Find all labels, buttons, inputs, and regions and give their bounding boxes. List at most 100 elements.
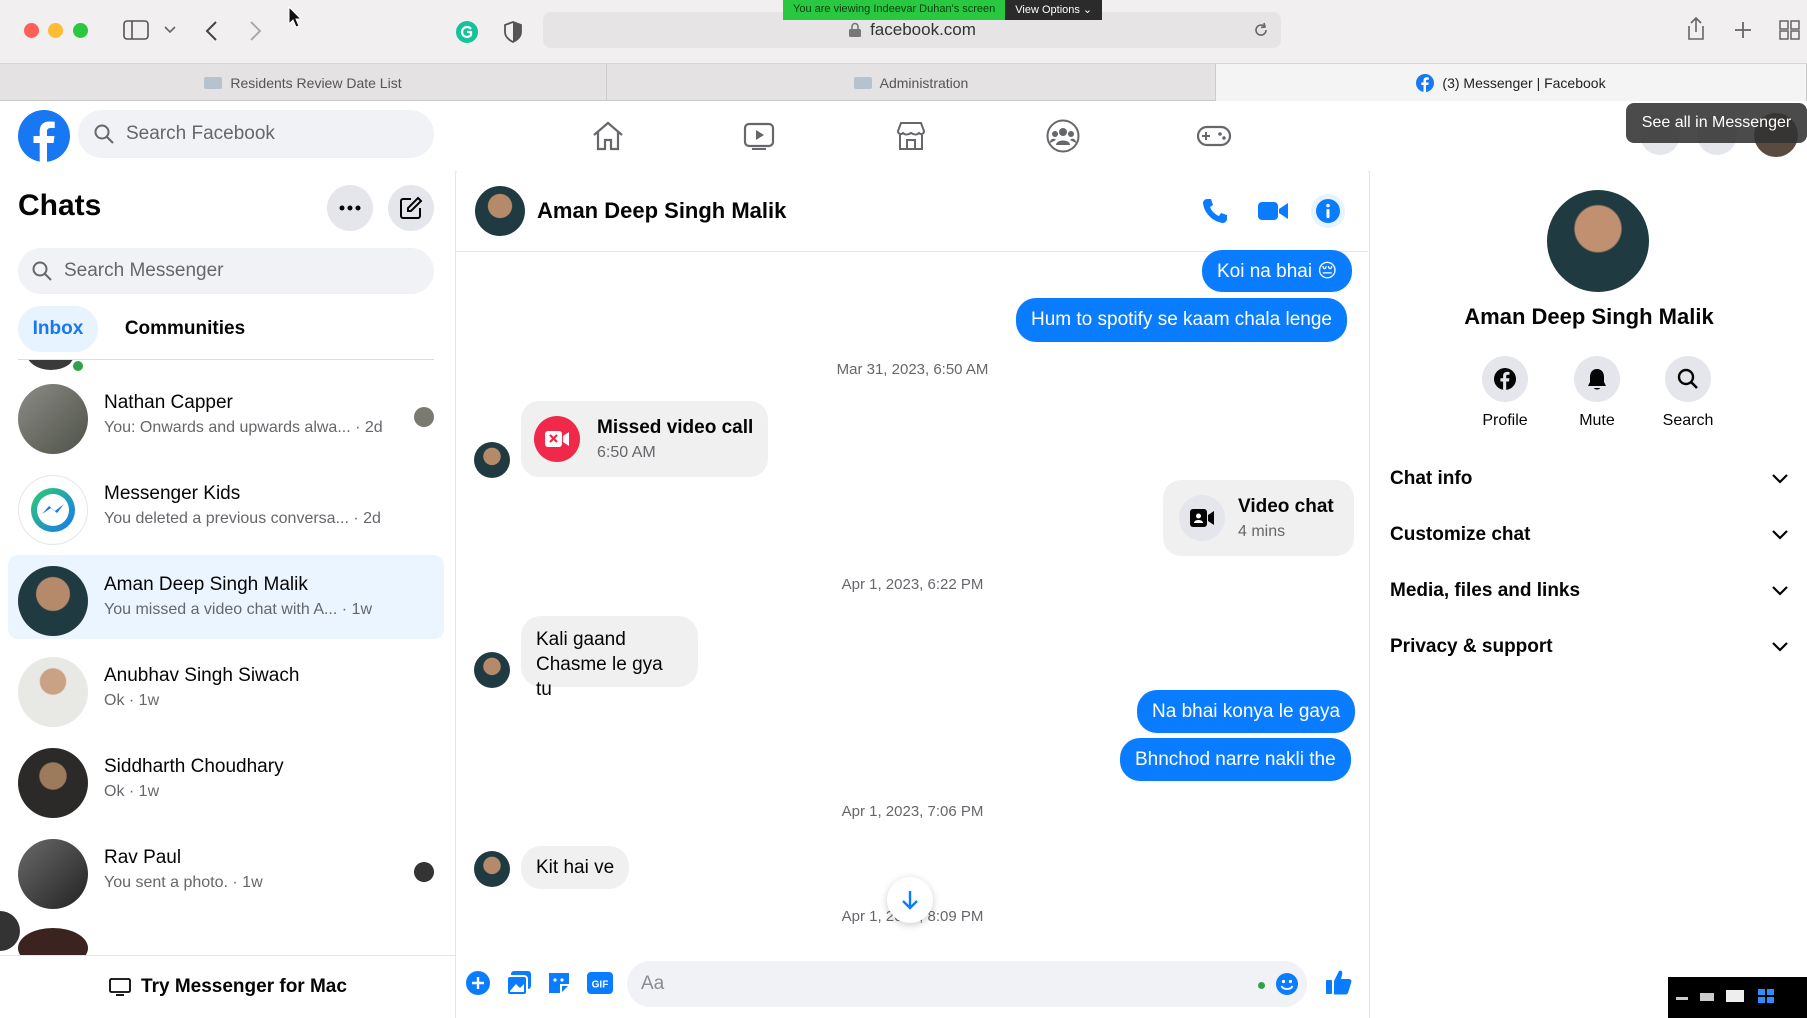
tab-communities[interactable]: Communities bbox=[110, 306, 260, 352]
chevron-down-icon[interactable] bbox=[164, 26, 176, 34]
search-icon bbox=[32, 261, 52, 281]
section-label: Media, files and links bbox=[1390, 580, 1581, 601]
minimize-window-button[interactable] bbox=[48, 23, 63, 38]
sender-avatar[interactable] bbox=[474, 851, 510, 887]
message-text: Na bhai konya le gaya bbox=[1152, 700, 1341, 722]
customize-chat-section[interactable]: Customize chat bbox=[1390, 515, 1788, 555]
profile-avatar[interactable] bbox=[1547, 190, 1649, 292]
view-options-button[interactable]: View Options ⌄ bbox=[1005, 0, 1103, 20]
action-label: Profile bbox=[1482, 412, 1528, 429]
call-subtitle: 4 mins bbox=[1238, 523, 1286, 540]
chat-row-anubhav-singh-siwach[interactable]: Anubhav Singh Siwach Ok · 1w bbox=[8, 646, 444, 730]
tab-inbox[interactable]: Inbox bbox=[18, 306, 98, 352]
profile-action[interactable]: Profile bbox=[1465, 356, 1545, 430]
url-text: facebook.com bbox=[870, 20, 976, 39]
screen-share-view-controls[interactable] bbox=[1668, 977, 1807, 1018]
conversation-title[interactable]: Aman Deep Singh Malik bbox=[537, 198, 786, 224]
groups-icon[interactable] bbox=[1042, 115, 1084, 157]
see-all-messenger-tooltip: See all in Messenger bbox=[1626, 103, 1807, 143]
watch-icon[interactable] bbox=[738, 115, 780, 157]
privacy-shield-icon[interactable] bbox=[503, 20, 523, 44]
media-files-links-section[interactable]: Media, files and links bbox=[1390, 571, 1788, 611]
options-button[interactable] bbox=[327, 185, 373, 231]
facebook-logo-icon[interactable] bbox=[18, 110, 70, 162]
chat-name: Siddharth Choudhary bbox=[104, 756, 284, 777]
call-title: Missed video call bbox=[597, 417, 754, 438]
browser-tab-residents[interactable]: Residents Review Date List bbox=[0, 64, 607, 101]
message-input[interactable]: Aa bbox=[627, 961, 1307, 1007]
try-messenger-for-mac-button[interactable]: Try Messenger for Mac bbox=[0, 955, 456, 1018]
browser-toolbar: facebook.com You are viewing Indeevar Du… bbox=[0, 0, 1807, 64]
new-message-button[interactable] bbox=[388, 185, 434, 231]
message-bubble-incoming[interactable]: Kali gaand Chasme le gya tu bbox=[521, 616, 698, 700]
attach-photo-icon[interactable] bbox=[506, 970, 532, 996]
marketplace-icon[interactable] bbox=[890, 115, 932, 157]
emoji-icon[interactable] bbox=[1275, 972, 1299, 996]
arrow-down-icon bbox=[902, 891, 918, 910]
facebook-favicon-icon bbox=[1416, 73, 1435, 92]
missed-call-card[interactable]: Missed video call 6:50 AM bbox=[521, 401, 768, 477]
conversation-details-pane: Aman Deep Singh Malik Profile Mute Searc… bbox=[1369, 171, 1807, 1018]
audio-call-icon[interactable] bbox=[1201, 197, 1229, 225]
more-actions-icon[interactable] bbox=[465, 970, 491, 996]
chat-row-nathan-capper[interactable]: Nathan Capper You: Onwards and upwards a… bbox=[8, 373, 444, 457]
sender-avatar[interactable] bbox=[474, 442, 510, 478]
chat-avatar bbox=[18, 748, 88, 818]
message-text: Bhnchod narre nakli the bbox=[1135, 748, 1336, 770]
facebook-search-input[interactable]: Search Facebook bbox=[78, 110, 434, 158]
conversation-info-icon[interactable] bbox=[1311, 194, 1345, 228]
messenger-search-input[interactable]: Search Messenger bbox=[18, 248, 434, 294]
video-call-icon[interactable] bbox=[1257, 199, 1289, 223]
gaming-icon[interactable] bbox=[1193, 115, 1235, 157]
chevron-down-icon bbox=[1772, 586, 1788, 596]
message-bubble-outgoing[interactable]: Hum to spotify se kaam chala lenge bbox=[1016, 298, 1347, 342]
mute-action[interactable]: Mute bbox=[1557, 356, 1637, 430]
scroll-to-bottom-button[interactable] bbox=[887, 877, 933, 923]
section-label: Privacy & support bbox=[1390, 636, 1553, 657]
message-bubble-incoming[interactable]: Kit hai ve bbox=[521, 846, 630, 889]
chat-row-siddharth-choudhary[interactable]: Siddharth Choudhary Ok · 1w bbox=[8, 737, 444, 821]
chevron-down-icon bbox=[1772, 530, 1788, 540]
chat-row-rav-paul[interactable]: Rav Paul You sent a photo. · 1w bbox=[8, 828, 444, 912]
messenger-kids-logo-icon bbox=[31, 488, 75, 532]
new-tab-icon[interactable] bbox=[1733, 20, 1753, 40]
video-chat-card[interactable]: Video chat 4 mins bbox=[1163, 480, 1354, 556]
message-bubble-outgoing[interactable]: Bhnchod narre nakli the bbox=[1120, 738, 1351, 781]
chat-row-aman-deep-singh-malik[interactable]: Aman Deep Singh Malik You missed a video… bbox=[8, 555, 444, 639]
tab-overview-icon[interactable] bbox=[1779, 20, 1801, 40]
browser-tab-label: (3) Messenger | Facebook bbox=[1442, 74, 1606, 91]
message-text: Hum to spotify se kaam chala lenge bbox=[1031, 309, 1332, 330]
forward-icon[interactable] bbox=[249, 20, 263, 42]
like-thumb-icon[interactable] bbox=[1325, 968, 1353, 996]
back-icon[interactable] bbox=[204, 20, 218, 42]
home-icon[interactable] bbox=[587, 115, 629, 157]
sender-avatar[interactable] bbox=[474, 652, 510, 688]
chat-row-messenger-kids[interactable]: Messenger Kids You deleted a previous co… bbox=[8, 464, 444, 548]
reload-icon[interactable] bbox=[1253, 22, 1269, 38]
search-action[interactable]: Search bbox=[1648, 356, 1728, 430]
call-subtitle: 6:50 AM bbox=[597, 444, 656, 461]
message-composer: GIF Aa bbox=[457, 949, 1368, 1018]
share-icon[interactable] bbox=[1685, 16, 1707, 42]
conversation-avatar[interactable] bbox=[475, 186, 525, 236]
action-label: Mute bbox=[1579, 412, 1615, 429]
zoom-window-button[interactable] bbox=[73, 23, 88, 38]
sidebar-toggle-icon[interactable] bbox=[123, 20, 149, 40]
browser-tab-messenger[interactable]: (3) Messenger | Facebook bbox=[1216, 64, 1807, 101]
close-window-button[interactable] bbox=[24, 23, 39, 38]
browser-tab-administration[interactable]: Administration bbox=[607, 64, 1216, 101]
messenger-search-placeholder: Search Messenger bbox=[64, 260, 224, 281]
chat-name: Rav Paul bbox=[104, 847, 182, 868]
grammarly-extension-icon[interactable] bbox=[455, 20, 479, 44]
message-bubble-outgoing[interactable]: Na bhai konya le gaya bbox=[1137, 690, 1356, 733]
message-bubble-outgoing[interactable]: Koi na bhai 😔 bbox=[1202, 250, 1353, 292]
privacy-support-section[interactable]: Privacy & support bbox=[1390, 627, 1788, 667]
search-icon bbox=[94, 124, 114, 144]
gif-icon[interactable]: GIF bbox=[586, 971, 614, 995]
message-text: Koi na bhai 😔 bbox=[1217, 260, 1338, 282]
chat-info-section[interactable]: Chat info bbox=[1390, 459, 1788, 499]
chat-preview: You sent a photo. · 1w bbox=[104, 874, 263, 891]
chat-preview: Ok · 1w bbox=[104, 692, 160, 709]
conversation-header: Aman Deep Singh Malik bbox=[457, 171, 1368, 252]
sticker-icon[interactable] bbox=[546, 970, 572, 996]
